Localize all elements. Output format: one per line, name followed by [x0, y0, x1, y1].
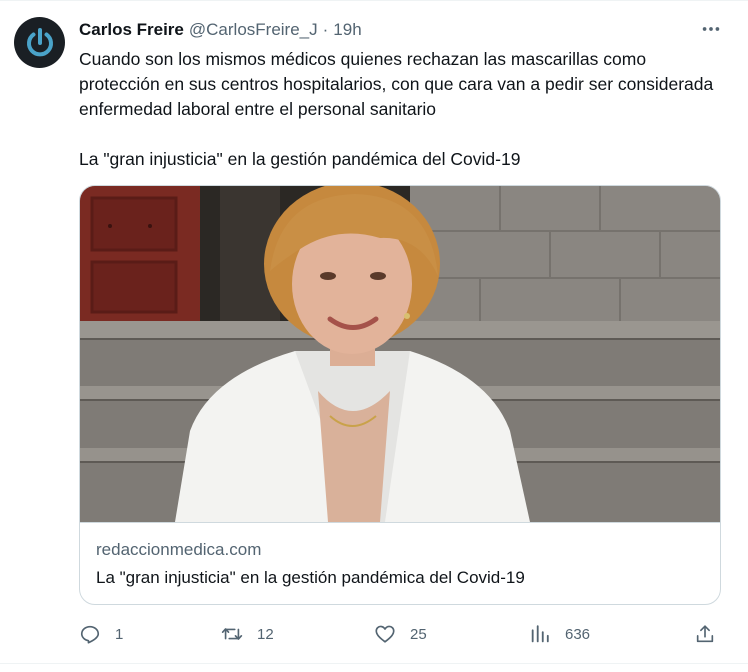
more-horizontal-icon [702, 27, 720, 31]
share-button[interactable] [694, 622, 716, 646]
more-button[interactable] [699, 17, 723, 41]
card-image[interactable] [80, 186, 720, 522]
card-title[interactable]: La "gran injusticia" en la gestión pandé… [96, 568, 525, 588]
views-count: 636 [565, 625, 591, 643]
link-card[interactable]: redaccionmedica.com La "gran injusticia"… [79, 185, 721, 605]
tweet-header: Carlos Freire @CarlosFreire_J · 19h [79, 20, 362, 40]
reply-icon [80, 625, 100, 644]
retweet-button[interactable]: 12 [221, 622, 274, 646]
header-separator: · [322, 20, 329, 39]
reply-count: 1 [115, 625, 124, 643]
retweet-icon [221, 628, 243, 640]
action-bar: 1 12 25 636 [79, 622, 719, 646]
card-photo [80, 186, 720, 522]
tweet[interactable]: Carlos Freire @CarlosFreire_J · 19h Cuan… [0, 0, 748, 672]
timestamp[interactable]: 19h [333, 20, 361, 40]
author-name[interactable]: Carlos Freire [79, 20, 184, 40]
tweet-paragraph: Cuando son los mismos médicos quienes re… [79, 49, 714, 119]
power-icon [26, 27, 53, 56]
divider [0, 663, 748, 664]
card-domain[interactable]: redaccionmedica.com [96, 540, 261, 560]
share-icon [696, 625, 714, 643]
like-count: 25 [410, 625, 427, 643]
reply-button[interactable]: 1 [79, 622, 123, 646]
heart-icon [375, 625, 395, 643]
views-button[interactable]: 636 [529, 622, 590, 646]
avatar[interactable] [14, 17, 65, 68]
tweet-text: Cuando son los mismos médicos quienes re… [79, 47, 729, 172]
divider [0, 0, 748, 1]
like-button[interactable]: 25 [374, 622, 427, 646]
author-handle[interactable]: @CarlosFreire_J [189, 20, 318, 40]
retweet-count: 12 [257, 625, 274, 643]
card-divider [80, 522, 720, 523]
analytics-icon [531, 625, 549, 643]
tweet-paragraph: La "gran injusticia" en la gestión pandé… [79, 149, 521, 169]
